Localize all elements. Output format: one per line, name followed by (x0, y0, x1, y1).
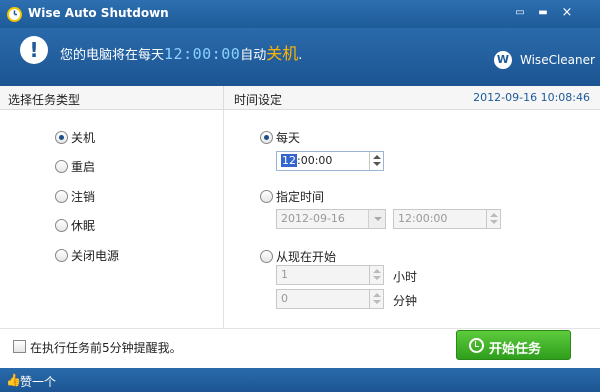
daily-time-rest: :00:00 (297, 154, 333, 167)
brand-name: WiseCleaner (520, 53, 595, 67)
daily-time-input[interactable]: 12:00:00 (276, 151, 384, 171)
option-specific-time[interactable]: 指定时间 (260, 188, 324, 205)
start-task-button[interactable]: 开始任务 (456, 330, 571, 360)
wisecleaner-logo-icon: W (494, 51, 512, 69)
window-title: Wise Auto Shutdown (28, 6, 169, 20)
current-datetime: 2012-09-16 10:08:46 (473, 91, 590, 104)
minutes-input[interactable]: 0 (276, 289, 384, 309)
radio-shutdown[interactable] (55, 131, 68, 144)
minutes-unit-label: 分钟 (393, 294, 418, 308)
time-settings-title: 时间设定 (234, 93, 283, 107)
title-bar: Wise Auto Shutdown ▭ ▬ × (0, 0, 600, 28)
radio-from-now[interactable] (260, 250, 273, 263)
scheduled-action: 关机 (266, 44, 299, 63)
close-button[interactable]: × (558, 5, 576, 20)
chevron-up-icon[interactable] (373, 293, 381, 297)
option-logoff[interactable]: 注销 (55, 188, 95, 205)
alarm-clock-icon (469, 338, 484, 353)
radio-logoff[interactable] (55, 190, 68, 203)
hours-value: 1 (281, 268, 288, 281)
hours-input[interactable]: 1 (276, 265, 384, 285)
option-power-off[interactable]: 关闭电源 (55, 247, 119, 264)
message-mid: 自动 (240, 48, 267, 63)
hours-stepper[interactable] (369, 266, 383, 284)
option-specific-time-label: 指定时间 (276, 190, 325, 204)
task-type-panel: 关机 重启 注销 休眠 关闭电源 (0, 110, 224, 328)
chevron-down-icon[interactable] (490, 220, 498, 224)
status-banner: ! 您的电脑将在每天12:00:00自动关机. W WiseCleaner (0, 28, 600, 86)
thumbs-up-icon[interactable]: 👍 (6, 373, 21, 387)
specific-time-value: 12:00:00 (398, 212, 448, 225)
menu-button[interactable]: ▬ (534, 5, 552, 20)
specific-time-stepper[interactable] (486, 210, 500, 228)
chevron-down-icon[interactable] (373, 276, 381, 280)
option-power-off-label: 关闭电源 (71, 249, 120, 263)
scheduled-time: 12:00:00 (164, 45, 241, 63)
bottom-bar: 在执行任务前5分钟提醒我。 开始任务 (0, 328, 600, 368)
alarm-clock-icon (7, 7, 22, 22)
specific-time-input[interactable]: 12:00:00 (393, 209, 501, 229)
specific-date-picker[interactable]: 2012-09-16 (276, 209, 386, 229)
footer-bar: 👍 赞一个 (0, 368, 600, 392)
message-prefix: 您的电脑将在每天 (60, 48, 165, 63)
option-sleep[interactable]: 休眠 (55, 217, 95, 234)
chevron-down-icon[interactable] (373, 300, 381, 304)
daily-hour-selected: 12 (281, 154, 297, 167)
minutes-value: 0 (281, 292, 288, 305)
like-link[interactable]: 赞一个 (20, 373, 56, 390)
daily-time-stepper[interactable] (369, 152, 383, 170)
remind-checkbox[interactable] (13, 340, 26, 353)
minutes-stepper[interactable] (369, 290, 383, 308)
schedule-message: 您的电脑将在每天12:00:00自动关机. (60, 40, 302, 64)
task-type-header: 选择任务类型 (0, 86, 224, 110)
minimize-button[interactable]: ▭ (511, 5, 529, 20)
option-from-now-label: 从现在开始 (276, 250, 337, 264)
option-daily[interactable]: 每天 (260, 129, 300, 146)
option-sleep-label: 休眠 (71, 219, 96, 233)
radio-power-off[interactable] (55, 249, 68, 262)
chevron-up-icon[interactable] (373, 155, 381, 159)
option-from-now[interactable]: 从现在开始 (260, 248, 336, 265)
radio-sleep[interactable] (55, 219, 68, 232)
radio-specific-time[interactable] (260, 190, 273, 203)
chevron-down-icon[interactable] (373, 162, 381, 166)
hours-unit-label: 小时 (393, 270, 418, 284)
exclamation-icon: ! (20, 36, 48, 64)
radio-restart[interactable] (55, 160, 68, 173)
message-suffix: . (298, 48, 303, 63)
option-restart-label: 重启 (71, 160, 96, 174)
task-type-title: 选择任务类型 (8, 93, 81, 107)
chevron-up-icon[interactable] (373, 269, 381, 273)
chevron-up-icon[interactable] (490, 213, 498, 217)
time-settings-header: 时间设定 2012-09-16 10:08:46 (224, 86, 600, 110)
option-logoff-label: 注销 (71, 190, 96, 204)
specific-date-value: 2012-09-16 (281, 212, 345, 225)
radio-daily[interactable] (260, 131, 273, 144)
option-shutdown[interactable]: 关机 (55, 129, 95, 146)
option-shutdown-label: 关机 (71, 131, 96, 145)
option-restart[interactable]: 重启 (55, 158, 95, 175)
option-daily-label: 每天 (276, 131, 301, 145)
calendar-dropdown-icon[interactable] (368, 210, 385, 228)
remind-label[interactable]: 在执行任务前5分钟提醒我。 (30, 339, 182, 356)
start-task-label: 开始任务 (489, 342, 542, 357)
